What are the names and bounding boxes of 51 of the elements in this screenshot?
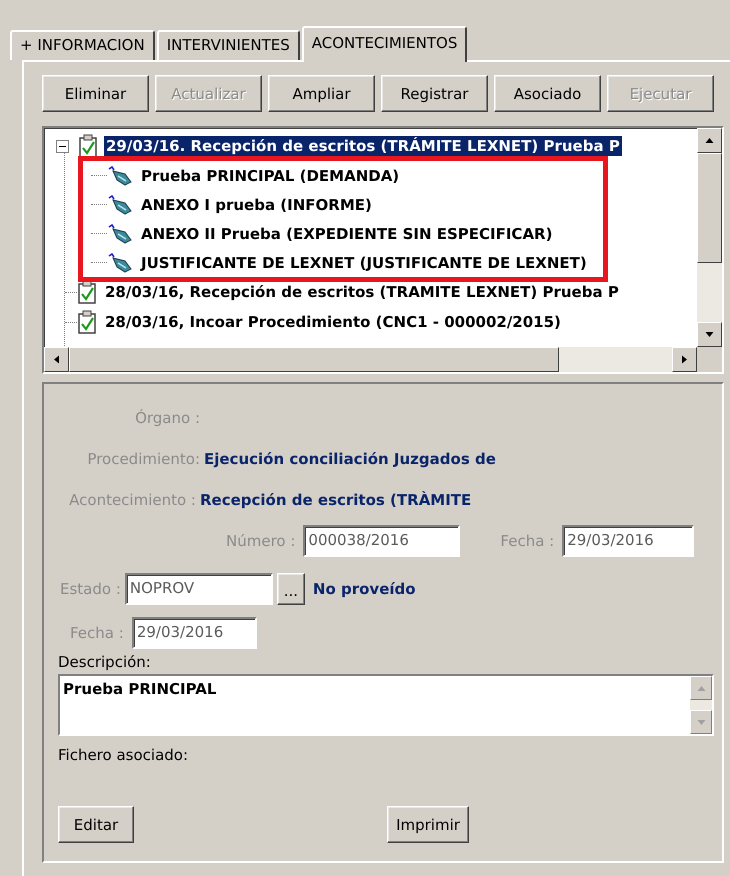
tab[interactable]: INTERVINIENTES (156, 30, 300, 60)
arrow-icon (705, 136, 714, 145)
field-label: Fecha : (70, 624, 124, 642)
toolbar-button[interactable]: Asociado (494, 75, 601, 112)
arrow-icon (680, 355, 689, 364)
tree-item[interactable]: 29/03/16. Recepción de escritos (TRÁMITE LEXNET) Prueba P (104, 136, 622, 156)
field-label: Fecha : (500, 532, 554, 550)
horizontal-scrollbar[interactable] (44, 347, 697, 372)
tab[interactable]: ACONTECIMIENTOS (302, 26, 468, 62)
scroll-right-button[interactable] (672, 347, 697, 372)
field-label: Descripción: (58, 653, 152, 671)
checklist-icon (78, 134, 98, 158)
field-value: Recepción de escritos (TRÀMITE (200, 491, 472, 509)
action-button[interactable]: Editar (58, 806, 134, 843)
toolbar-button[interactable]: Ampliar (268, 75, 375, 112)
attachment-icon (107, 166, 133, 186)
tree-item[interactable]: Prueba PRINCIPAL (DEMANDA) (139, 166, 402, 186)
arrow-icon (696, 718, 706, 726)
scroll-left-button[interactable] (44, 347, 69, 372)
tree-item[interactable]: 28/03/16, Recepción de escritos (TRAMITE LEXNET) Prueba P (103, 282, 621, 302)
field-value: Ejecución conciliación Juzgados de (204, 450, 496, 468)
field-value: No proveído (312, 580, 416, 598)
scrollbar-corner (697, 347, 722, 372)
scroll-down-button[interactable] (697, 322, 722, 347)
checklist-icon (77, 310, 97, 334)
field-label: Acontecimiento : (68, 491, 196, 509)
field-label: Estado : (60, 580, 121, 598)
checklist-icon (77, 280, 97, 304)
arrow-icon (52, 355, 61, 364)
collapse-icon[interactable] (56, 140, 69, 152)
scroll-thumb[interactable] (697, 153, 722, 263)
tree-item[interactable]: ANEXO II Prueba (EXPEDIENTE SIN ESPECIFICAR) (139, 224, 554, 244)
scroll-thumb[interactable] (69, 347, 559, 372)
field-label: Fichero asociado: (58, 746, 190, 764)
vertical-scrollbar[interactable] (697, 128, 722, 347)
arrow-icon (705, 330, 714, 339)
field-label: Procedimiento: (86, 450, 200, 468)
field-label: Número : (226, 532, 296, 550)
scroll-up-button[interactable] (697, 128, 722, 153)
toolbar-button[interactable]: Eliminar (42, 75, 149, 112)
tab[interactable]: + INFORMACION (10, 30, 155, 60)
action-button[interactable]: Imprimir (387, 806, 469, 843)
attachment-icon (107, 224, 133, 244)
toolbar-button[interactable]: Registrar (381, 75, 488, 112)
attachment-icon (107, 194, 133, 214)
tree-item[interactable]: ANEXO I prueba (INFORME) (139, 194, 374, 214)
tree-item[interactable]: 28/03/16, Incoar Procedimiento (CNC1 - 000002/2015) (103, 312, 563, 332)
attachment-icon (107, 252, 133, 272)
field-label: Órgano : (134, 409, 200, 427)
arrow-icon (696, 684, 706, 692)
tree-item[interactable]: JUSTIFICANTE DE LEXNET (JUSTIFICANTE DE LEXNET) (139, 252, 589, 272)
